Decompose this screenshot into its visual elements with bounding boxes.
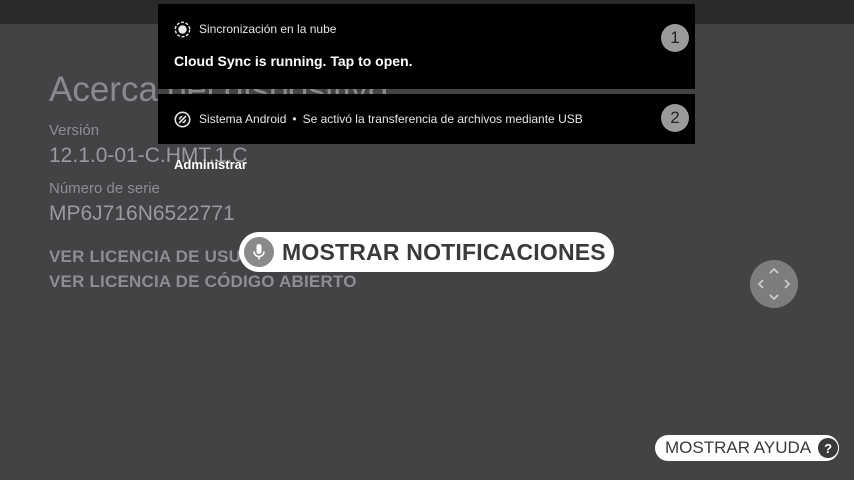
- notification-body: Cloud Sync is running. Tap to open.: [174, 53, 413, 69]
- notification-android-system[interactable]: Sistema Android • Se activó la transfere…: [158, 94, 695, 144]
- serial-value: MP6J716N6522771: [49, 202, 235, 225]
- manage-notifications-button[interactable]: Administrar: [174, 157, 247, 172]
- notification-index-badge: 2: [661, 104, 689, 132]
- header-separator: •: [292, 112, 297, 126]
- android-system-icon: [174, 111, 191, 128]
- voice-hint-label: MOSTRAR NOTIFICACIONES: [282, 238, 606, 265]
- version-value: 12.1.0-01-C.HMT.1.C: [49, 144, 248, 167]
- notification-cloud-sync[interactable]: Sincronización en la nube Cloud Sync is …: [158, 4, 695, 89]
- notification-app-name: Sistema Android: [199, 112, 287, 126]
- notification-header: Sincronización en la nube: [174, 20, 336, 38]
- dpad-navigation-icon[interactable]: [750, 260, 798, 308]
- notification-header: Sistema Android • Se activó la transfere…: [174, 110, 583, 128]
- microphone-icon: [244, 237, 274, 267]
- cloud-sync-icon: [174, 21, 191, 38]
- notification-app-name: Sincronización en la nube: [199, 22, 337, 36]
- voice-command-hint[interactable]: MOSTRAR NOTIFICACIONES: [239, 232, 614, 272]
- show-help-label: MOSTRAR AYUDA: [665, 438, 812, 457]
- notification-text: Se activó la transferencia de archivos m…: [302, 112, 583, 126]
- open-source-license-link[interactable]: VER LICENCIA DE CÓDIGO ABIERTO: [49, 269, 749, 294]
- show-help-button[interactable]: MOSTRAR AYUDA ?: [655, 435, 839, 461]
- help-question-icon: ?: [818, 438, 839, 458]
- serial-label: Número de serie: [49, 180, 160, 197]
- notification-index-badge: 1: [661, 24, 689, 52]
